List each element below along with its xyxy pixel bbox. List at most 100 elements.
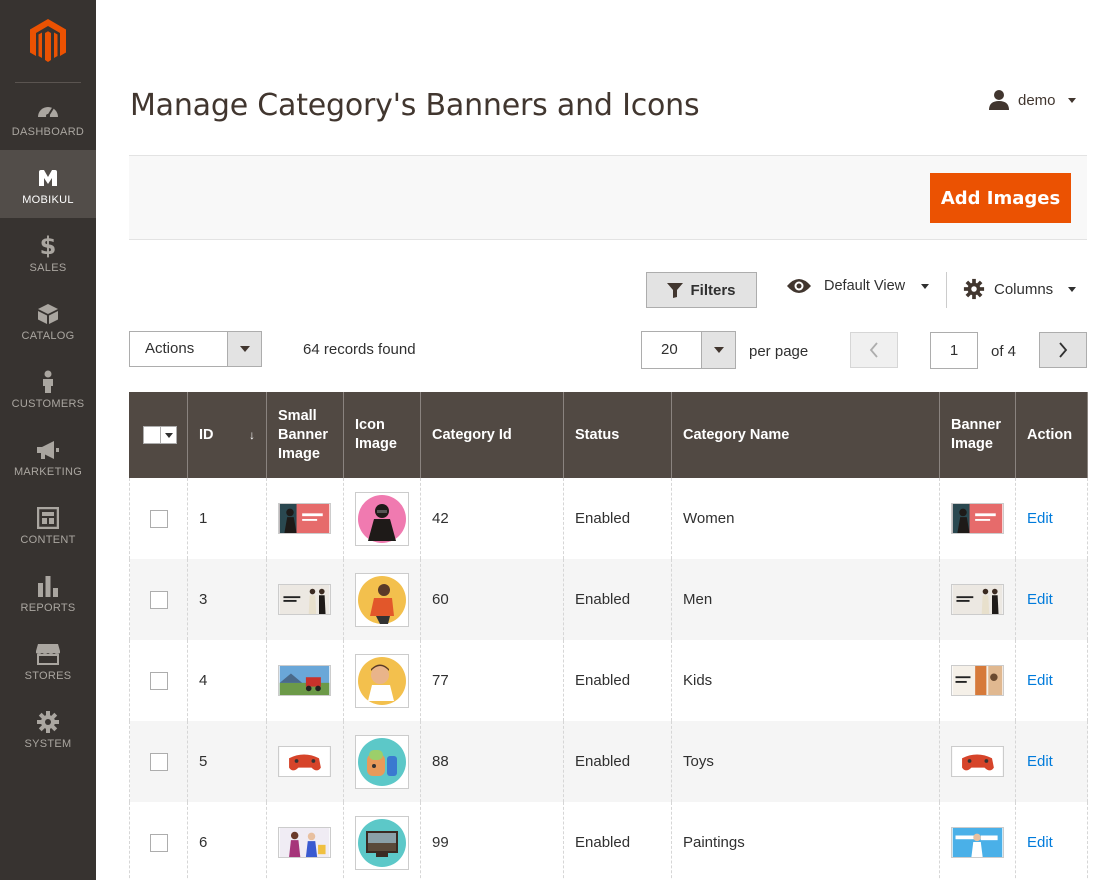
header-label: Category Id <box>432 426 512 443</box>
table-row[interactable]: 1 42 Enabled Women Edit <box>129 478 1088 559</box>
column-header-id[interactable]: ID ↓ <box>187 392 267 478</box>
header-label: Banner <box>951 417 1001 433</box>
cell-action: Edit <box>1015 802 1088 880</box>
cell-small-banner <box>266 559 344 640</box>
row-checkbox[interactable] <box>150 671 168 690</box>
chevron-down-icon <box>921 283 930 289</box>
cell-id: 3 <box>187 559 267 640</box>
sidebar-label: Stores <box>24 670 72 682</box>
column-header-status[interactable]: Status <box>563 392 672 478</box>
page-total: of 4 <box>991 343 1017 360</box>
icon-image <box>355 734 409 789</box>
sidebar-item-system[interactable]: System <box>0 694 96 762</box>
table-row[interactable]: 4 77 Enabled Kids Edit <box>129 640 1088 721</box>
toolbar-divider <box>946 272 947 308</box>
header-label: Image <box>951 436 993 452</box>
eye-icon <box>787 279 811 293</box>
sidebar-label: Marketing <box>13 466 83 478</box>
dashboard-icon <box>35 98 61 122</box>
cell-status: Enabled <box>563 802 672 880</box>
sidebar-item-mobikul[interactable]: Mobikul <box>0 150 96 218</box>
magento-logo[interactable] <box>0 0 96 82</box>
cell-banner-image <box>939 478 1016 559</box>
person-icon <box>35 370 61 394</box>
cell-icon-image <box>343 478 421 559</box>
sort-arrow-icon: ↓ <box>249 427 255 442</box>
cell-category-name: Kids <box>671 640 940 721</box>
store-icon <box>35 642 61 666</box>
cell-category-id: 88 <box>420 721 564 802</box>
row-checkbox[interactable] <box>150 509 168 528</box>
cell-banner-image <box>939 721 1016 802</box>
row-checkbox[interactable] <box>150 752 168 771</box>
cell-id: 4 <box>187 640 267 721</box>
sidebar-item-sales[interactable]: $ Sales <box>0 218 96 286</box>
row-select-cell <box>129 559 188 640</box>
edit-link[interactable]: Edit <box>1027 672 1053 689</box>
row-checkbox[interactable] <box>150 833 168 852</box>
view-switcher[interactable]: Default View <box>786 278 930 294</box>
mass-select-checkbox[interactable] <box>143 426 177 444</box>
banner-image <box>951 746 1004 777</box>
add-images-button[interactable]: Add Images <box>930 173 1071 223</box>
edit-link[interactable]: Edit <box>1027 834 1053 851</box>
row-checkbox[interactable] <box>150 590 168 609</box>
cell-icon-image <box>343 721 421 802</box>
filters-button[interactable]: Filters <box>646 272 757 308</box>
small-banner-image <box>278 827 331 858</box>
sidebar-item-dashboard[interactable]: Dashboard <box>0 82 96 150</box>
column-header-category-id[interactable]: Category Id <box>420 392 564 478</box>
cell-id: 5 <box>187 721 267 802</box>
cell-status: Enabled <box>563 640 672 721</box>
cell-category-name: Women <box>671 478 940 559</box>
cell-status: Enabled <box>563 721 672 802</box>
icon-image <box>355 815 409 870</box>
per-page-select[interactable]: 20 <box>641 331 736 369</box>
sidebar-item-stores[interactable]: Stores <box>0 626 96 694</box>
sidebar-item-reports[interactable]: Reports <box>0 558 96 626</box>
sidebar-item-marketing[interactable]: Marketing <box>0 422 96 490</box>
cell-action: Edit <box>1015 640 1088 721</box>
mobikul-icon <box>35 166 61 190</box>
previous-page-button[interactable] <box>850 332 898 368</box>
row-select-cell <box>129 802 188 880</box>
sidebar-item-customers[interactable]: Customers <box>0 354 96 422</box>
edit-link[interactable]: Edit <box>1027 591 1053 608</box>
mass-actions-select[interactable]: Actions <box>129 331 262 367</box>
header-label: Category Name <box>683 426 790 443</box>
banner-image <box>951 584 1004 615</box>
sidebar-item-catalog[interactable]: Catalog <box>0 286 96 354</box>
sidebar-item-content[interactable]: Content <box>0 490 96 558</box>
cell-status: Enabled <box>563 478 672 559</box>
bar-chart-icon <box>35 574 61 598</box>
edit-link[interactable]: Edit <box>1027 510 1053 527</box>
user-menu[interactable]: demo <box>988 90 1076 110</box>
small-banner-image <box>278 503 331 534</box>
column-header-category-name[interactable]: Category Name <box>671 392 940 478</box>
page-title: Manage Category's Banners and Icons <box>130 88 700 123</box>
row-select-cell <box>129 478 188 559</box>
cell-icon-image <box>343 640 421 721</box>
sidebar-label: Sales <box>29 262 67 274</box>
edit-link[interactable]: Edit <box>1027 753 1053 770</box>
columns-button[interactable]: Columns <box>963 278 1077 300</box>
cell-category-id: 60 <box>420 559 564 640</box>
next-page-button[interactable] <box>1039 332 1087 368</box>
small-banner-image <box>278 665 331 696</box>
table-row[interactable]: 6 99 Enabled Paintings Edit <box>129 802 1088 880</box>
header-label: Small <box>278 407 317 424</box>
cell-category-id: 42 <box>420 478 564 559</box>
box-icon <box>35 302 61 326</box>
sidebar-label: Reports <box>20 602 76 614</box>
header-label: Status <box>575 426 620 443</box>
cell-icon-image <box>343 802 421 880</box>
icon-image <box>355 491 409 546</box>
column-header-banner-image: Banner Image <box>939 392 1016 478</box>
column-header-small-banner: Small Banner Image <box>266 392 344 478</box>
category-images-grid: ID ↓ Small Banner Image Icon Image Category … <box>129 392 1088 880</box>
cell-category-id: 99 <box>420 802 564 880</box>
columns-label: Columns <box>994 280 1054 298</box>
current-page-input[interactable] <box>930 332 978 369</box>
table-row[interactable]: 3 60 Enabled Men Edit <box>129 559 1088 640</box>
table-row[interactable]: 5 88 Enabled Toys Edit <box>129 721 1088 802</box>
